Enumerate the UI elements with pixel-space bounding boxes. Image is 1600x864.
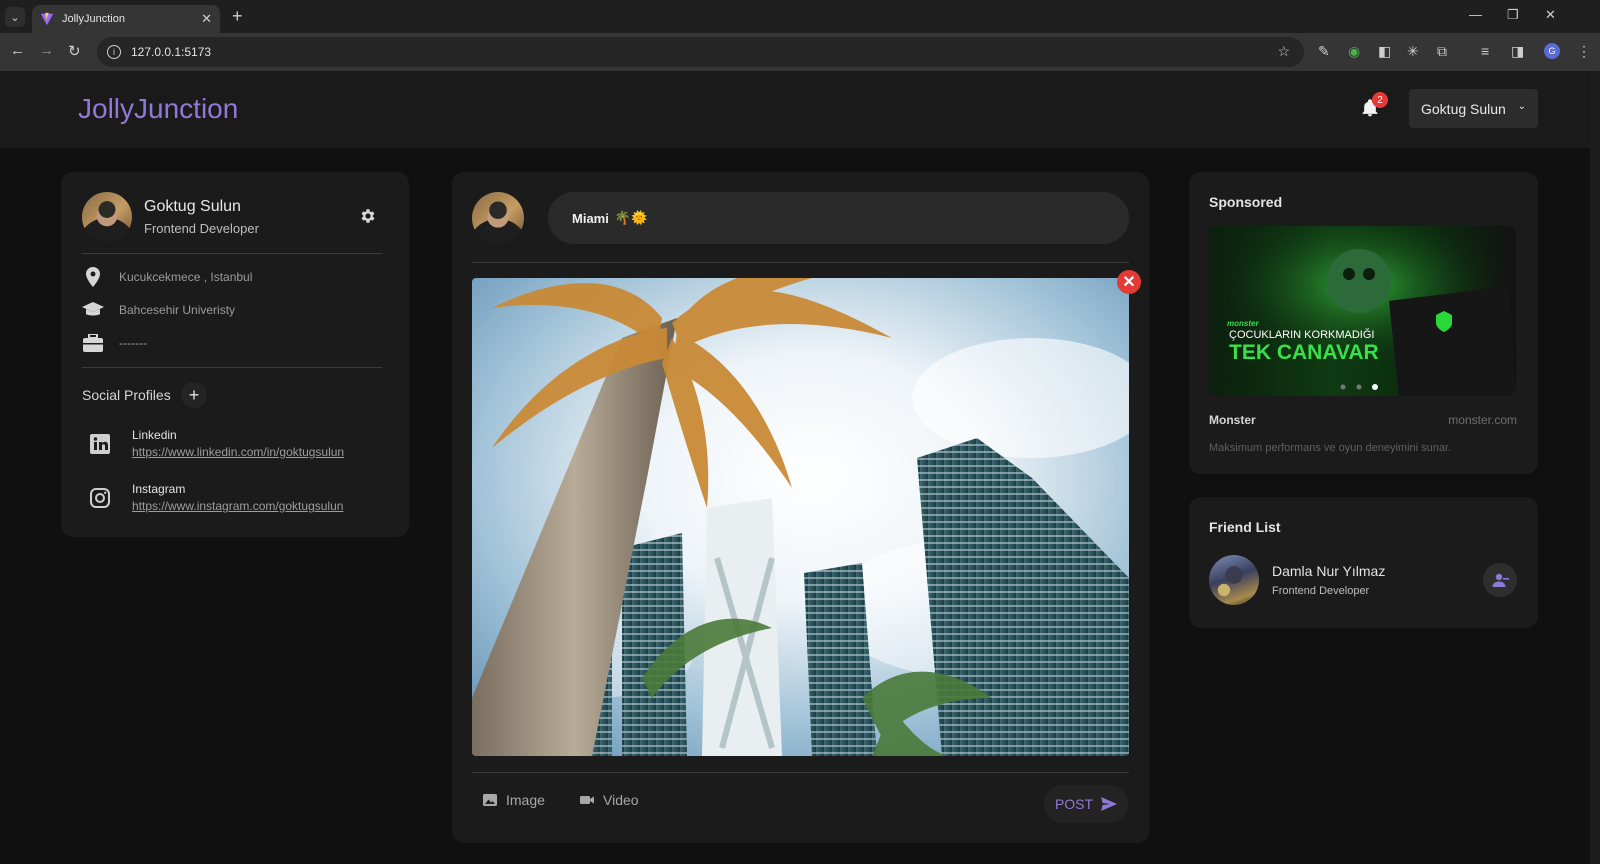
chevron-down-icon: ⌄ — [1517, 101, 1526, 112]
browser-tab[interactable]: JollyJunction ✕ — [32, 5, 220, 33]
post-button-label: POST — [1054, 796, 1094, 812]
browser-profile-avatar[interactable]: G — [1544, 43, 1560, 59]
tab-search-button[interactable]: ⌄ — [5, 7, 25, 27]
send-icon — [1101, 797, 1118, 811]
friend-list-card: Friend List Damla Nur Yılmaz Frontend De… — [1189, 497, 1538, 628]
extension-icon-circle[interactable]: ◉ — [1348, 43, 1360, 60]
video-camera-icon — [580, 796, 594, 804]
social-name-instagram: Instagram — [132, 482, 186, 496]
image-icon — [483, 794, 497, 806]
forward-icon[interactable]: → — [39, 42, 54, 59]
browser-tab-bar: ⌄ JollyJunction ✕ + — ❐ ✕ — [0, 0, 1600, 33]
location-row: Kucukcekmece , Istanbul — [82, 266, 252, 288]
app-logo[interactable]: JollyJunction — [78, 93, 238, 125]
instagram-icon — [90, 488, 110, 508]
composer-divider — [472, 262, 1129, 263]
extension-icon-c[interactable]: ◧ — [1378, 43, 1391, 60]
app-header: JollyJunction 2 Goktug Sulun ⌄ — [0, 71, 1590, 148]
profile-divider — [82, 367, 382, 368]
settings-gear-icon[interactable] — [359, 207, 377, 225]
briefcase-icon — [83, 334, 103, 352]
profile-divider — [82, 253, 382, 254]
post-submit-button[interactable]: POST — [1044, 785, 1128, 823]
social-name-linkedin: Linkedin — [132, 428, 177, 442]
reload-icon[interactable]: ↻ — [68, 42, 81, 60]
ad-logo-text: monster — [1227, 319, 1259, 328]
graduation-cap-icon — [82, 302, 104, 316]
restore-icon[interactable]: ❐ — [1507, 7, 1519, 23]
bookmark-star-icon[interactable]: ☆ — [1277, 43, 1290, 60]
address-bar[interactable]: i 127.0.0.1:5173 ☆ — [97, 37, 1304, 67]
ad-description: Maksimum performans ve oyun deneyimini s… — [1209, 442, 1452, 454]
url-text: 127.0.0.1:5173 — [131, 45, 212, 59]
extension-icon-pen[interactable]: ✎ — [1318, 43, 1330, 60]
side-panel-icon[interactable]: ◨ — [1511, 43, 1524, 60]
monster-ad-banner: monster ÇOCUKLARIN KORKMADIĞI TEK CANAVA… — [1209, 226, 1516, 396]
add-social-button[interactable]: + — [181, 382, 207, 408]
media-control-icon[interactable]: ≡ — [1481, 43, 1489, 59]
person-remove-icon — [1492, 573, 1509, 587]
post-text-value: Miami — [572, 210, 609, 226]
sponsored-card: Sponsored monster ÇOCUKLARIN KORKMADIĞI … — [1189, 172, 1538, 474]
school-text: Bahcesehir Univeristy — [119, 303, 236, 317]
vite-favicon-icon — [40, 12, 54, 26]
post-emoji: 🌴🌞 — [614, 210, 648, 225]
social-profiles-title: Social Profiles — [82, 387, 171, 403]
post-text-input[interactable]: Miami 🌴🌞 — [548, 192, 1129, 244]
profile-name: Goktug Sulun — [144, 198, 241, 215]
remove-image-button[interactable]: ✕ — [1117, 270, 1141, 294]
add-video-button[interactable]: Video — [579, 792, 639, 808]
close-tab-icon[interactable]: ✕ — [201, 11, 212, 27]
location-pin-icon — [86, 267, 100, 287]
user-menu-label: Goktug Sulun — [1421, 100, 1506, 117]
friend-name[interactable]: Damla Nur Yılmaz — [1272, 563, 1385, 579]
composer-avatar[interactable] — [472, 192, 524, 244]
ad-line-1: ÇOCUKLARIN KORKMADIĞI — [1229, 328, 1374, 341]
profile-card: Goktug Sulun Frontend Developer Kucukcek… — [61, 172, 409, 537]
image-button-label: Image — [506, 792, 545, 808]
friend-list-title: Friend List — [1209, 519, 1281, 535]
social-link-instagram[interactable]: https://www.instagram.com/goktugsulun — [132, 499, 343, 513]
new-tab-icon[interactable]: + — [232, 6, 243, 27]
browser-menu-icon[interactable]: ⋮ — [1577, 43, 1591, 60]
page-scrollbar[interactable] — [1590, 71, 1600, 864]
notification-badge: 2 — [1372, 92, 1388, 108]
sponsored-title: Sponsored — [1209, 194, 1283, 210]
location-text: Kucukcekmece , Istanbul — [119, 270, 253, 284]
post-composer-card: Miami 🌴🌞 ✕ Image Video POST — [452, 172, 1149, 843]
linkedin-icon — [90, 434, 110, 454]
school-row: Bahcesehir Univeristy — [82, 299, 235, 321]
app-root: JollyJunction 2 Goktug Sulun ⌄ Goktug Su… — [0, 71, 1600, 864]
remove-friend-button[interactable] — [1483, 563, 1517, 597]
social-link-linkedin[interactable]: https://www.linkedin.com/in/goktugsulun — [132, 445, 344, 459]
minimize-icon[interactable]: — — [1469, 7, 1482, 22]
job-row: ------- — [82, 332, 147, 354]
composer-divider — [472, 772, 1129, 773]
extension-icon-star[interactable]: ✳ — [1407, 43, 1419, 60]
add-image-button[interactable]: Image — [482, 792, 545, 808]
ad-site-link[interactable]: monster.com — [1448, 413, 1517, 427]
site-info-icon[interactable]: i — [107, 45, 121, 59]
friend-avatar[interactable] — [1209, 555, 1259, 605]
profile-role: Frontend Developer — [144, 221, 259, 236]
user-menu-select[interactable]: Goktug Sulun ⌄ — [1409, 89, 1538, 128]
window-close-icon[interactable]: ✕ — [1545, 7, 1556, 23]
ad-line-2: TEK CANAVAR — [1229, 341, 1379, 364]
palm-tree-skyline-image — [472, 278, 1129, 756]
attached-image-preview — [472, 278, 1129, 756]
ad-brand: Monster — [1209, 413, 1256, 427]
friend-role: Frontend Developer — [1272, 585, 1370, 597]
sponsored-ad-image[interactable]: monster ÇOCUKLARIN KORKMADIĞI TEK CANAVA… — [1209, 226, 1516, 396]
profile-avatar[interactable] — [82, 192, 132, 242]
job-text: ------- — [119, 336, 147, 350]
video-button-label: Video — [603, 792, 639, 808]
back-icon[interactable]: ← — [10, 42, 25, 59]
extensions-puzzle-icon[interactable]: ⧉ — [1437, 43, 1447, 60]
tab-title: JollyJunction — [62, 13, 125, 25]
